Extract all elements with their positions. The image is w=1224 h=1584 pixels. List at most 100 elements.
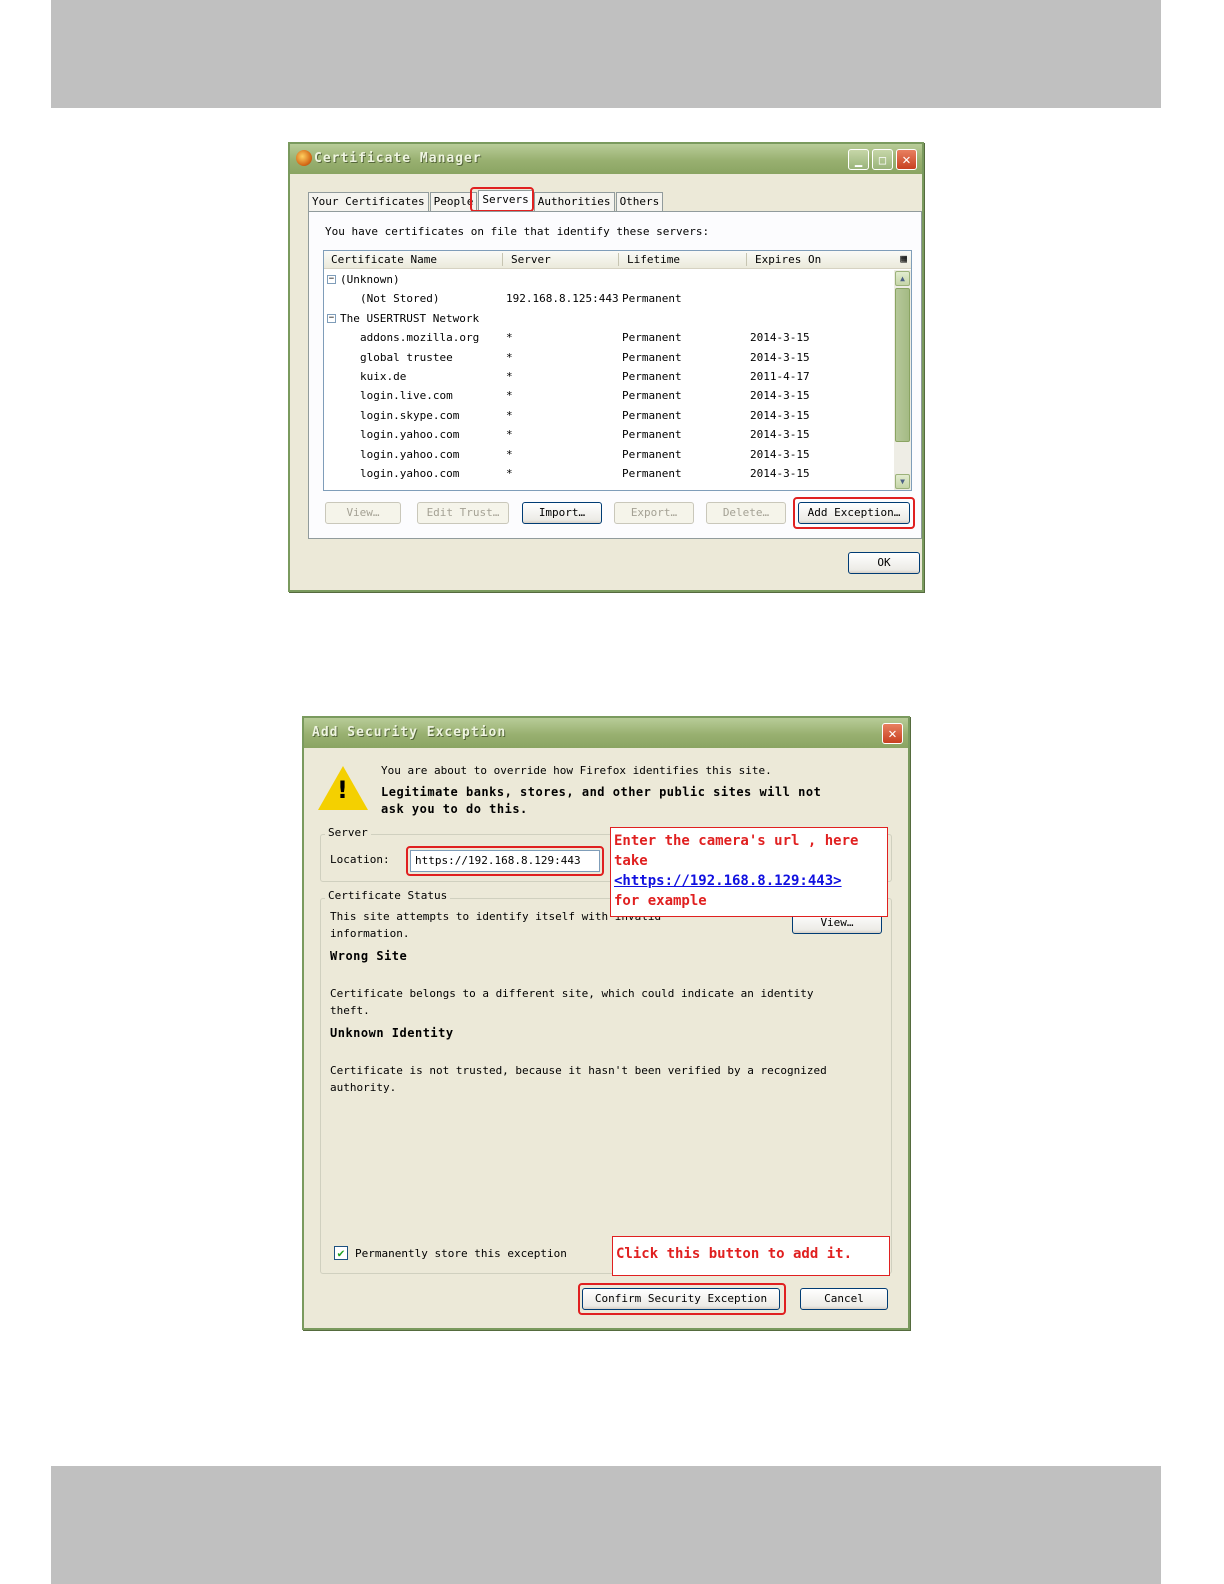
export-button[interactable]: Export… (614, 502, 694, 524)
table-row[interactable]: login.yahoo.com * Permanent 2014-3-15 (324, 465, 895, 484)
edit-trust-button[interactable]: Edit Trust… (417, 502, 509, 524)
column-divider[interactable] (746, 253, 747, 266)
scroll-up-icon[interactable]: ▲ (895, 271, 910, 286)
cell-certificate-name: login.yahoo.com (360, 467, 460, 480)
cell-certificate-name: login.yahoo.com (360, 447, 460, 461)
panel-description: You have certificates on file that ident… (325, 225, 710, 238)
table-row[interactable]: addons.mozilla.org * Permanent 2014-3-15 (324, 329, 895, 348)
close-button[interactable]: ✕ (896, 149, 917, 170)
wrong-site-text-1: Certificate belongs to a different site,… (330, 987, 814, 1000)
column-expires-on[interactable]: Expires On (755, 253, 821, 266)
tab-your-certificates[interactable]: Your Certificates (308, 192, 429, 211)
cell-server: * (506, 428, 513, 442)
tree-group-label: The USERTRUST Network (340, 311, 480, 325)
table-row[interactable]: login.live.com * Permanent 2014-3-15 (324, 387, 895, 406)
cell-expires-on: 2014-3-15 (750, 408, 810, 422)
add-exception-highlight (793, 497, 915, 529)
url-annotation-link[interactable]: <https://192.168.8.129:443> (614, 871, 884, 891)
unknown-identity-text-1: Certificate is not trusted, because it h… (330, 1064, 827, 1077)
tree-header: Certificate Name Server Lifetime Expires… (324, 251, 911, 269)
table-row[interactable]: (Not Stored) 192.168.8.125:443 Permanent (324, 290, 895, 309)
cell-expires-on: 2014-3-15 (750, 389, 810, 403)
cancel-button[interactable]: Cancel (800, 1288, 888, 1310)
url-annotation-line-1: Enter the camera's url , here (614, 833, 859, 849)
cell-lifetime: Permanent (622, 447, 682, 461)
cell-lifetime: Permanent (622, 428, 682, 442)
url-annotation-line-2: take (614, 853, 648, 869)
click-annotation: Click this button to add it. (612, 1236, 890, 1276)
permanent-store-checkbox[interactable]: ✔ (334, 1246, 348, 1260)
url-annotation: Enter the camera's url , here take <http… (610, 827, 888, 917)
cell-lifetime: Permanent (622, 292, 682, 306)
cell-server: * (506, 467, 513, 480)
close-icon: ✕ (888, 725, 897, 742)
add-security-exception-window: Add Security Exception ✕ ! You are about… (302, 716, 910, 1330)
tree-group-row[interactable]: − (Unknown) (324, 271, 895, 290)
collapse-icon[interactable]: − (327, 313, 336, 323)
column-divider[interactable] (502, 253, 503, 266)
cell-server: * (506, 408, 513, 422)
warning-mark: ! (337, 776, 348, 804)
wrong-site-text-2: theft. (330, 1004, 370, 1017)
server-certificate-tree[interactable]: Certificate Name Server Lifetime Expires… (323, 250, 912, 491)
ok-button[interactable]: OK (848, 552, 920, 574)
check-icon: ✔ (337, 1246, 345, 1260)
table-row[interactable]: login.yahoo.com * Permanent 2014-3-15 (324, 426, 895, 445)
title-bar[interactable]: Add Security Exception ✕ (304, 718, 908, 748)
permanent-store-label[interactable]: Permanently store this exception (355, 1247, 567, 1260)
wrong-site-heading: Wrong Site (330, 949, 408, 963)
scrollbar-thumb[interactable] (895, 288, 910, 442)
cell-expires-on: 2014-3-15 (750, 467, 810, 480)
title-bar[interactable]: Certificate Manager ▁ □ ✕ (290, 144, 922, 174)
cell-server: * (506, 389, 513, 403)
tab-others[interactable]: Others (615, 192, 664, 211)
tab-authorities[interactable]: Authorities (533, 192, 615, 211)
cell-server: * (506, 447, 513, 461)
table-row[interactable]: kuix.de * Permanent 2011-4-17 (324, 368, 895, 387)
cell-lifetime: Permanent (622, 350, 682, 364)
location-label: Location: (330, 853, 390, 866)
cell-server: * (506, 350, 513, 364)
cell-server: * (506, 370, 513, 383)
cell-expires-on: 2011-4-17 (750, 370, 810, 383)
column-certificate-name[interactable]: Certificate Name (331, 253, 437, 266)
delete-button[interactable]: Delete… (706, 502, 786, 524)
confirm-button-highlight (578, 1283, 786, 1315)
minimize-button[interactable]: ▁ (848, 149, 869, 170)
vertical-scrollbar[interactable]: ▲ ▼ (894, 270, 911, 490)
table-row[interactable]: global trustee * Permanent 2014-3-15 (324, 349, 895, 368)
collapse-icon[interactable]: − (327, 275, 336, 284)
window-title: Certificate Manager (314, 151, 482, 166)
page-footer-band (51, 1466, 1161, 1584)
cell-certificate-name: kuix.de (360, 370, 407, 383)
view-button[interactable]: View… (325, 502, 401, 524)
cell-lifetime: Permanent (622, 408, 682, 422)
scroll-down-icon[interactable]: ▼ (895, 474, 910, 489)
cell-certificate-name: login.live.com (360, 389, 453, 403)
server-group-label: Server (325, 826, 371, 839)
table-row[interactable]: login.skype.com * Permanent 2014-3-15 (324, 407, 895, 426)
cell-certificate-name: addons.mozilla.org (360, 331, 480, 345)
cell-lifetime: Permanent (622, 467, 682, 480)
column-divider[interactable] (618, 253, 619, 266)
tree-group-row[interactable]: − The USERTRUST Network (324, 310, 895, 329)
import-button[interactable]: Import… (522, 502, 602, 524)
unknown-identity-heading: Unknown Identity (330, 1026, 454, 1040)
column-lifetime[interactable]: Lifetime (627, 253, 680, 266)
table-row[interactable]: login.yahoo.com * Permanent 2014-3-15 (324, 446, 895, 465)
cell-certificate-name: login.yahoo.com (360, 428, 460, 442)
window-title: Add Security Exception (312, 725, 507, 740)
close-button[interactable]: ✕ (882, 723, 903, 744)
servers-tab-highlight (470, 187, 534, 212)
column-server[interactable]: Server (511, 253, 551, 266)
unknown-identity-text-2: authority. (330, 1081, 397, 1094)
location-highlight (406, 846, 604, 876)
cell-lifetime: Permanent (622, 370, 682, 383)
status-line-2: information. (330, 927, 410, 940)
page-header-band (51, 0, 1161, 108)
cell-expires-on: 2014-3-15 (750, 447, 810, 461)
firefox-icon (296, 150, 312, 166)
maximize-button[interactable]: □ (872, 149, 893, 170)
column-picker-icon[interactable]: ▦ (900, 252, 907, 265)
minimize-icon: ▁ (854, 152, 863, 167)
